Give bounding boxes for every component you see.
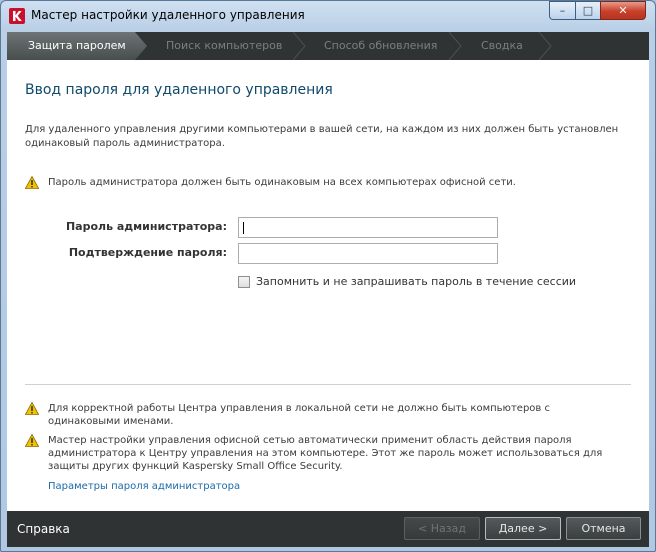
wizard-steps-bar: Защита паролем Поиск компьютеров Способ … (7, 32, 649, 60)
password-field[interactable] (238, 217, 498, 238)
tab-computer-search[interactable]: Поиск компьютеров (166, 32, 282, 60)
remember-password-label[interactable]: Запомнить и не запрашивать пароль в тече… (256, 275, 576, 288)
warning-triangle-icon (25, 434, 39, 447)
warning-top-text: Пароль администратора должен быть одинак… (48, 177, 516, 188)
wizard-window: Мастер настройки удаленного управления –… (0, 0, 656, 552)
kaspersky-k-icon (9, 8, 25, 24)
remember-password-checkbox[interactable] (238, 276, 250, 288)
maximize-button[interactable]: □ (575, 1, 601, 20)
intro-text: Для удаленного управления другими компью… (25, 124, 619, 149)
footer-bar: Справка < Назад Далее > Отмена (7, 511, 649, 547)
note-duplicate-names-text: Для корректной работы Центра управления … (48, 403, 550, 427)
admin-password-settings-link[interactable]: Параметры пароля администратора (48, 481, 240, 492)
maximize-icon: □ (582, 4, 594, 17)
tab-password-protection[interactable]: Защита паролем (28, 32, 126, 60)
note-password-scope: Мастер настройки управления офисной сеть… (25, 434, 625, 473)
confirm-password-field[interactable] (238, 243, 498, 264)
confirm-password-label: Подтверждение пароля: (68, 246, 227, 259)
page-title: Ввод пароля для удаленного управления (25, 82, 333, 98)
close-icon: ✕ (618, 4, 628, 17)
minimize-button[interactable]: – (549, 1, 576, 20)
warning-top: Пароль администратора должен быть одинак… (25, 176, 516, 189)
note-duplicate-names: Для корректной работы Центра управления … (25, 402, 625, 428)
minimize-icon: – (559, 4, 566, 17)
back-button[interactable]: < Назад (404, 517, 480, 540)
warning-triangle-icon (25, 176, 39, 189)
content-area: Ввод пароля для удаленного управления Дл… (7, 60, 649, 511)
help-link[interactable]: Справка (17, 522, 70, 536)
note-password-scope-text: Мастер настройки управления офисной сеть… (48, 435, 603, 472)
cancel-button[interactable]: Отмена (566, 517, 641, 540)
divider (25, 384, 631, 385)
window-title: Мастер настройки удаленного управления (31, 8, 305, 22)
text-caret (243, 222, 244, 234)
password-label: Пароль администратора: (65, 220, 227, 233)
title-bar[interactable]: Мастер настройки удаленного управления –… (1, 1, 655, 31)
close-button[interactable]: ✕ (600, 1, 646, 20)
next-button[interactable]: Далее > (485, 517, 561, 540)
tab-update-method[interactable]: Способ обновления (324, 32, 437, 60)
warning-triangle-icon (25, 402, 39, 415)
tab-summary[interactable]: Сводка (481, 32, 523, 60)
